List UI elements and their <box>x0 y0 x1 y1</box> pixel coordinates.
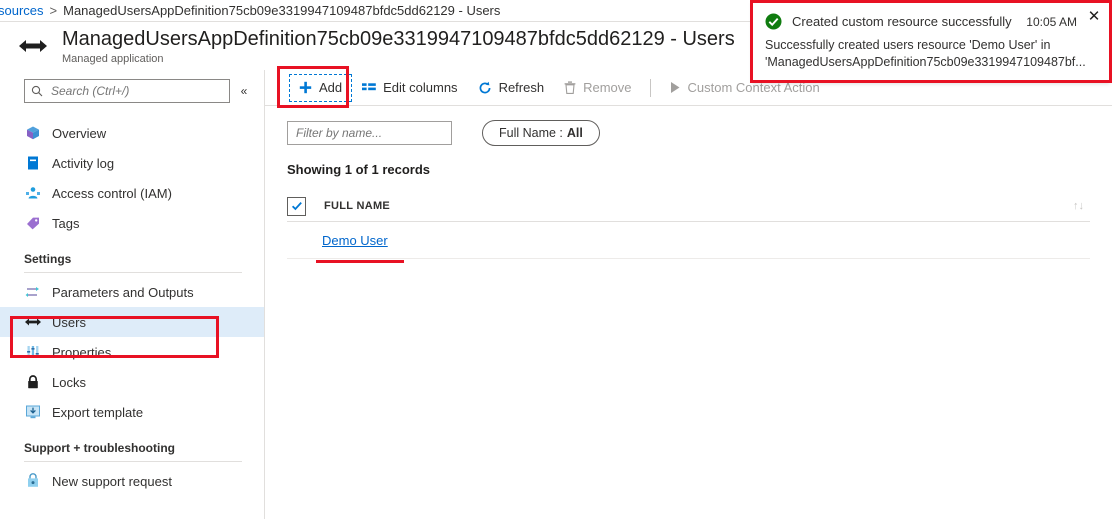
divider <box>24 272 242 273</box>
search-input[interactable] <box>49 83 223 99</box>
refresh-button[interactable]: Refresh <box>468 74 555 102</box>
toolbar-divider <box>649 78 651 97</box>
support-request-icon <box>24 472 42 490</box>
breadcrumb-current: ManagedUsersAppDefinition75cb09e33199471… <box>63 3 501 18</box>
play-icon <box>669 81 681 94</box>
managed-application-icon <box>16 31 50 61</box>
lock-icon <box>24 373 42 391</box>
sidebar-item-access-control[interactable]: Access control (IAM) <box>0 178 264 208</box>
sidebar-item-overview[interactable]: Overview <box>0 118 264 148</box>
trash-icon <box>564 81 576 94</box>
sidebar-item-activity-log[interactable]: Activity log <box>0 148 264 178</box>
page-subtitle: Managed application <box>62 52 164 65</box>
records-summary: Showing 1 of 1 records <box>287 162 431 177</box>
sidebar-item-tags[interactable]: Tags <box>0 208 264 238</box>
add-button-label: Add <box>319 80 343 95</box>
column-header-full-name[interactable]: FULL NAME <box>324 200 1073 212</box>
notification-header: Created custom resource successfully 10:… <box>765 13 1097 30</box>
full-name-filter-pill[interactable]: Full Name : All <box>482 120 600 146</box>
sidebar-item-label: Access control (IAM) <box>52 185 172 201</box>
refresh-icon <box>478 81 492 95</box>
filter-row: Full Name : All <box>265 106 1112 146</box>
success-check-icon <box>765 13 782 30</box>
divider <box>24 461 242 462</box>
notification-body-line1: Successfully created users resource 'Dem… <box>765 38 1051 52</box>
edit-columns-label: Edit columns <box>383 80 458 95</box>
breadcrumb-separator: > <box>49 3 58 18</box>
user-link-demo-user[interactable]: Demo User <box>322 233 388 248</box>
plus-icon <box>299 81 312 94</box>
parameters-icon <box>24 283 42 301</box>
sidebar: « Overview Activity log <box>0 70 265 519</box>
notification-body: Successfully created users resource 'Dem… <box>765 37 1097 71</box>
add-button[interactable]: Add <box>289 73 353 102</box>
sidebar-item-label: Parameters and Outputs <box>52 284 194 300</box>
activity-log-icon <box>24 154 42 172</box>
properties-icon <box>24 343 42 361</box>
sidebar-item-export-template[interactable]: Export template <box>0 397 264 427</box>
edit-columns-button[interactable]: Edit columns <box>352 74 467 102</box>
full-name-filter-label: Full Name : <box>499 126 563 140</box>
sidebar-item-label: Properties <box>52 344 112 360</box>
notification-body-line2: 'ManagedUsersAppDefinition75cb09e3319947… <box>765 55 1086 69</box>
sidebar-item-label: New support request <box>52 473 172 489</box>
main-content: Add Edit columns Refresh Remove Custom C… <box>265 70 1112 519</box>
full-name-filter-value: All <box>566 126 583 140</box>
sidebar-group-support: Support + troubleshooting <box>0 441 264 462</box>
sidebar-item-users[interactable]: Users <box>0 307 264 337</box>
sidebar-item-locks[interactable]: Locks <box>0 367 264 397</box>
search-icon <box>31 85 43 97</box>
export-template-icon <box>24 403 42 421</box>
sidebar-item-properties[interactable]: Properties <box>0 337 264 367</box>
sidebar-group-label: Settings <box>24 252 72 266</box>
sidebar-item-new-support-request[interactable]: New support request <box>0 466 264 496</box>
sidebar-group-label: Support + troubleshooting <box>24 441 175 455</box>
table-row[interactable]: Demo User <box>287 222 1090 259</box>
overview-icon <box>24 124 42 142</box>
sidebar-item-label: Users <box>52 314 86 330</box>
search-input-wrapper[interactable] <box>24 79 230 103</box>
sidebar-item-label: Tags <box>52 215 80 231</box>
sidebar-group-settings: Settings <box>0 252 264 273</box>
notification-title: Created custom resource successfully <box>792 14 1012 29</box>
collapse-sidebar-icon[interactable]: « <box>234 81 254 101</box>
select-all-checkbox[interactable] <box>287 196 306 216</box>
users-table: FULL NAME ↑↓ Demo User <box>287 191 1090 259</box>
refresh-label: Refresh <box>498 80 545 95</box>
sidebar-item-label: Overview <box>52 125 107 141</box>
breadcrumb-link-resources[interactable]: sources <box>0 3 44 18</box>
table-header-row: FULL NAME ↑↓ <box>287 191 1090 222</box>
page-title: ManagedUsersAppDefinition75cb09e33199471… <box>62 27 735 50</box>
remove-button: Remove <box>554 74 641 102</box>
tags-icon <box>24 214 42 232</box>
close-icon[interactable]: ✕ <box>1085 7 1103 25</box>
sort-icon[interactable]: ↑↓ <box>1073 200 1090 212</box>
notification-toast: Created custom resource successfully 10:… <box>752 2 1110 83</box>
filter-by-name-input[interactable] <box>287 121 452 145</box>
remove-label: Remove <box>583 80 632 95</box>
sidebar-item-label: Activity log <box>52 155 115 171</box>
users-icon <box>24 313 42 331</box>
sidebar-search-row: « <box>0 76 264 106</box>
access-control-icon <box>24 184 42 202</box>
columns-icon <box>362 82 376 94</box>
sidebar-item-parameters-and-outputs[interactable]: Parameters and Outputs <box>0 277 264 307</box>
sidebar-item-label: Locks <box>52 374 86 390</box>
sidebar-item-label: Export template <box>52 404 144 420</box>
